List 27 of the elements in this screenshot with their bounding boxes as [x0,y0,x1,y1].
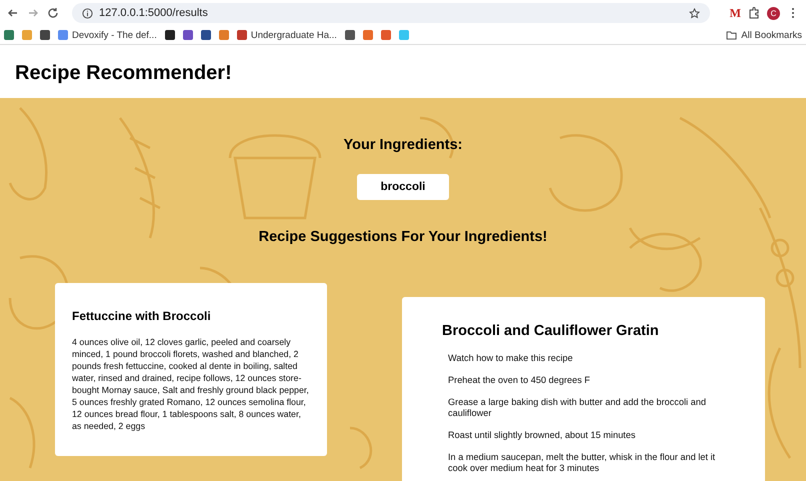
all-bookmarks-link[interactable]: All Bookmarks [726,30,802,40]
star-icon[interactable] [688,8,700,18]
bookmark-icon[interactable] [164,30,175,40]
info-icon[interactable] [82,8,93,18]
recipe-title: Fettuccine with Broccoli [72,309,211,323]
section-heading: Your Ingredients: [344,137,462,153]
bookmark-link[interactable]: Devoxify - The def... [58,30,157,40]
recipe-step: Preheat the oven to 450 degrees F [448,375,735,386]
bookmark-icon[interactable] [200,30,211,40]
recipe-step: Roast until slightly browned, about 15 minutes [448,430,735,441]
recipe-step: Grease a large baking dish with butter and add the broccoli and cauliflower [448,397,735,419]
extension-icon[interactable]: M [730,6,741,20]
reload-icon[interactable] [46,6,60,20]
puzzle-icon[interactable] [747,6,761,20]
profile-avatar[interactable]: C [767,6,780,20]
bookmark-icon [236,30,247,40]
section-heading: Recipe Suggestions For Your Ingredients! [258,229,548,245]
bookmark-icon[interactable] [344,30,355,40]
address-bar[interactable]: 127.0.0.1:5000/results [72,3,710,23]
recipe-title: Broccoli and Cauliflower Gratin [442,323,659,339]
recipe-step: In a medium saucepan, melt the butter, whisk in the flour and let it cook over medium heat for 3 minutes [448,452,735,474]
page-title: Recipe Recommender! [15,62,232,85]
recipe-step: Watch how to make this recipe [448,353,735,364]
bookmark-link[interactable]: Undergraduate Ha... [236,30,337,40]
ingredients-text: 4 ounces olive oil, 12 cloves garlic, peeled and coarsely minced, 1 pound broccoli florets, washed and blanched, 2 pounds fresh fettuccine, cooked al dente in boiling, salted water, rinsed and drained, recipe follows, 12 ounces store-bought Mornay sauce, Salt and freshly ground black pepper, 5 ounces freshly grated Romano, 12 ounces semolina flour, 12 ounces bread flour, 1 tablespoons salt, 8 ounces water, as needed, 2 eggs [72,336,310,432]
folder-icon [726,30,738,40]
ingredient-tag: broccoli [356,174,450,200]
